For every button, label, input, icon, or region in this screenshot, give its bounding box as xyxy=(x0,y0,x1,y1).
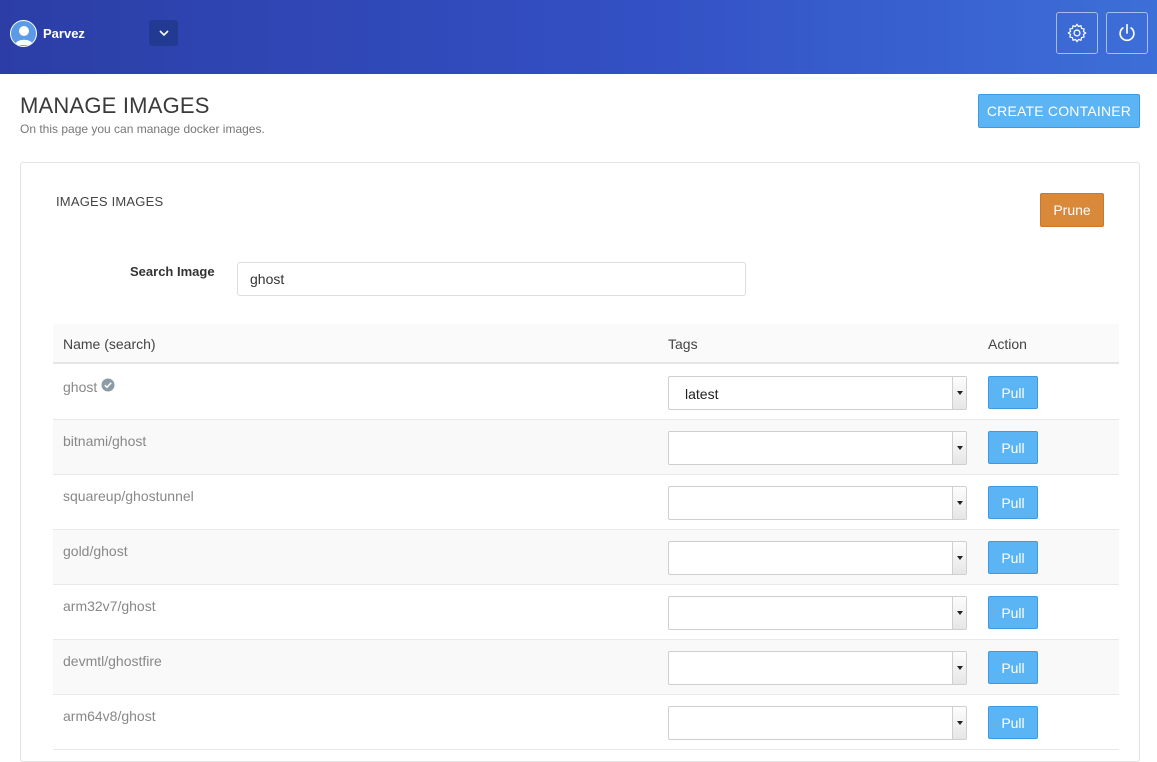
image-name: bitnami/ghost xyxy=(63,433,147,449)
pull-button[interactable]: Pull xyxy=(988,541,1038,574)
pull-button[interactable]: Pull xyxy=(988,651,1038,684)
table-header: Name (search) Tags Action xyxy=(53,324,1119,364)
image-name: devmtl/ghostfire xyxy=(63,653,162,669)
pull-button[interactable]: Pull xyxy=(988,376,1038,409)
create-container-button[interactable]: CREATE CONTAINER xyxy=(978,94,1140,128)
image-name: squareup/ghostunnel xyxy=(63,488,194,504)
table-row: arm32v7/ghost Pull xyxy=(53,585,1119,640)
tag-select[interactable] xyxy=(668,541,967,575)
image-name: ghost xyxy=(63,378,98,395)
column-header-action: Action xyxy=(988,336,1027,352)
select-arrow-icon xyxy=(952,652,966,684)
pull-button[interactable]: Pull xyxy=(988,596,1038,629)
chevron-down-icon xyxy=(158,29,169,36)
top-navbar: Parvez xyxy=(0,0,1157,74)
image-name: gold/ghost xyxy=(63,543,128,559)
power-icon xyxy=(1119,23,1135,42)
select-arrow-icon xyxy=(952,597,966,629)
verified-check-icon xyxy=(101,378,115,395)
tag-select[interactable]: latest xyxy=(668,376,967,410)
panel-title: IMAGES IMAGES xyxy=(56,194,164,209)
image-name: arm64v8/ghost xyxy=(63,708,156,724)
search-label: Search Image xyxy=(130,264,215,279)
tag-select[interactable] xyxy=(668,486,967,520)
user-avatar-icon xyxy=(10,19,37,47)
tag-select[interactable] xyxy=(668,431,967,465)
page-subtitle: On this page you can manage docker image… xyxy=(20,122,265,136)
select-arrow-icon xyxy=(952,432,966,464)
page-title: MANAGE IMAGES xyxy=(20,93,210,118)
table-row: gold/ghost Pull xyxy=(53,530,1119,585)
tag-select[interactable] xyxy=(668,596,967,630)
search-input[interactable] xyxy=(237,262,746,296)
table-row: squareup/ghostunnel Pull xyxy=(53,475,1119,530)
table-row: arm64v8/ghost Pull xyxy=(53,695,1119,750)
column-header-tags: Tags xyxy=(668,336,698,352)
images-table-body: ghost latest Pull bitnami/ghost Pull squ… xyxy=(53,365,1119,750)
table-row: ghost latest Pull xyxy=(53,365,1119,420)
user-dropdown-button[interactable] xyxy=(149,20,178,46)
select-arrow-icon xyxy=(952,542,966,574)
pull-button[interactable]: Pull xyxy=(988,486,1038,519)
user-menu[interactable]: Parvez xyxy=(10,19,85,47)
pull-button[interactable]: Pull xyxy=(988,431,1038,464)
prune-button[interactable]: Prune xyxy=(1040,193,1104,227)
tag-select[interactable] xyxy=(668,706,967,740)
gear-icon xyxy=(1067,23,1087,43)
settings-button[interactable] xyxy=(1056,12,1098,54)
table-row: bitnami/ghost Pull xyxy=(53,420,1119,475)
select-arrow-icon xyxy=(952,707,966,739)
select-arrow-icon xyxy=(952,487,966,519)
table-row: devmtl/ghostfire Pull xyxy=(53,640,1119,695)
select-arrow-icon xyxy=(952,377,966,409)
tag-select-value: latest xyxy=(685,386,719,402)
username: Parvez xyxy=(43,25,85,41)
image-name-cell: ghost xyxy=(63,378,115,395)
logout-button[interactable] xyxy=(1106,12,1148,54)
column-header-name[interactable]: Name (search) xyxy=(63,336,156,352)
pull-button[interactable]: Pull xyxy=(988,706,1038,739)
tag-select[interactable] xyxy=(668,651,967,685)
image-name: arm32v7/ghost xyxy=(63,598,156,614)
